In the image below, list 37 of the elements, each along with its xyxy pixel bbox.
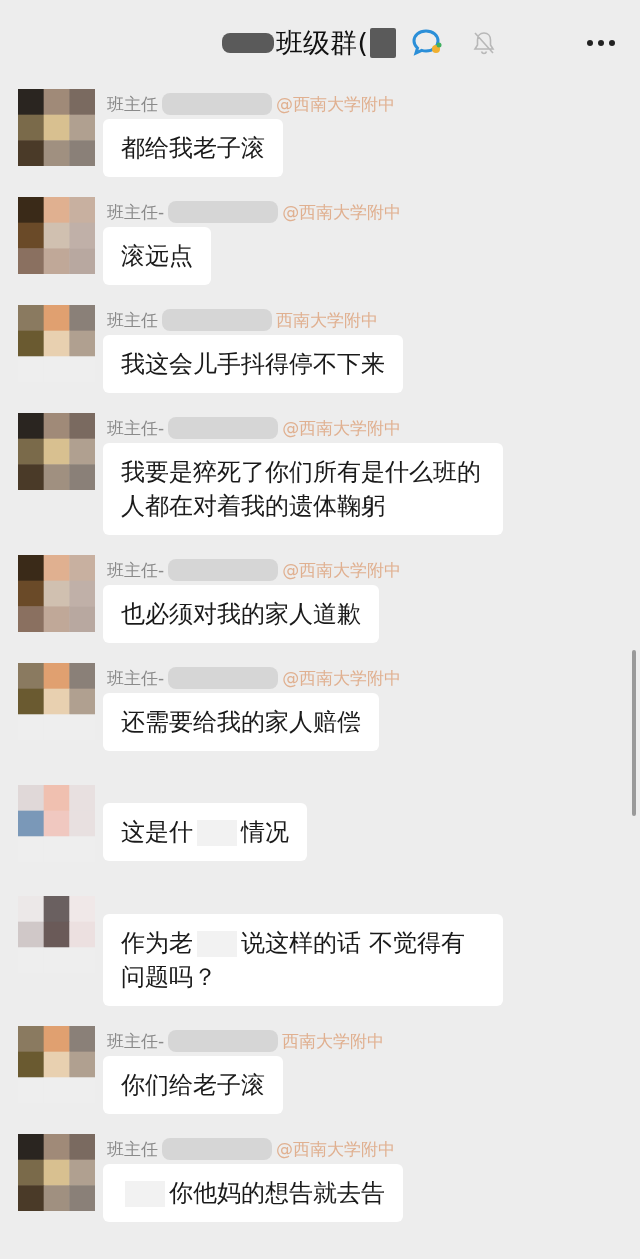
- message-text: 我要是猝死了你们所有是什么班的人都在对着我的遗体鞠躬: [121, 457, 482, 522]
- scrollbar[interactable]: [632, 650, 636, 816]
- message-text: 你他妈的想告就去告: [121, 1176, 385, 1210]
- sender-school: @西南大学附中: [282, 416, 402, 440]
- message-text: 滚远点: [121, 241, 193, 272]
- avatar[interactable]: [18, 555, 95, 632]
- avatar[interactable]: [18, 413, 95, 490]
- message-text: 都给我老子滚: [121, 133, 265, 164]
- sender-school: @西南大学附中: [282, 666, 402, 690]
- message-text: 你们给老子滚: [121, 1070, 265, 1101]
- message-text: 我这会儿手抖得停不下来: [121, 349, 385, 380]
- sender-school: 西南大学附中: [276, 308, 378, 332]
- message-text: 还需要给我的家人赔偿: [121, 707, 361, 738]
- avatar[interactable]: [18, 1134, 95, 1211]
- sender-name: 班主任-: [107, 666, 165, 690]
- sender-name: 班主任-: [107, 416, 165, 440]
- group-title: 班级群(: [276, 26, 368, 60]
- message-text: 作为老 说这样的话 不觉得有问题吗？: [121, 928, 466, 993]
- avatar[interactable]: [18, 89, 95, 166]
- sender-name: 班主任-: [107, 200, 165, 224]
- sender-name: 班主任: [107, 1137, 158, 1161]
- sender-school: @西南大学附中: [276, 92, 395, 116]
- redaction-patch: [222, 33, 275, 53]
- redaction-patch: [370, 28, 396, 58]
- sender-name: 班主任: [107, 308, 158, 332]
- sender-school: @西南大学附中: [282, 200, 402, 224]
- avatar[interactable]: [18, 197, 95, 274]
- message-text: 也必须对我的家人道歉: [121, 599, 361, 630]
- sender-name: 班主任-: [107, 558, 165, 582]
- sender-name: 班主任: [107, 92, 158, 116]
- more-icon[interactable]: [586, 39, 616, 47]
- sender-school: @西南大学附中: [276, 1137, 395, 1161]
- message-text: 这是什 情况: [121, 817, 289, 848]
- chat-bubble-icon[interactable]: [410, 28, 444, 58]
- sender-school: @西南大学附中: [282, 558, 402, 582]
- sender-school: 西南大学附中: [282, 1029, 385, 1053]
- sender-name: 班主任-: [107, 1029, 165, 1053]
